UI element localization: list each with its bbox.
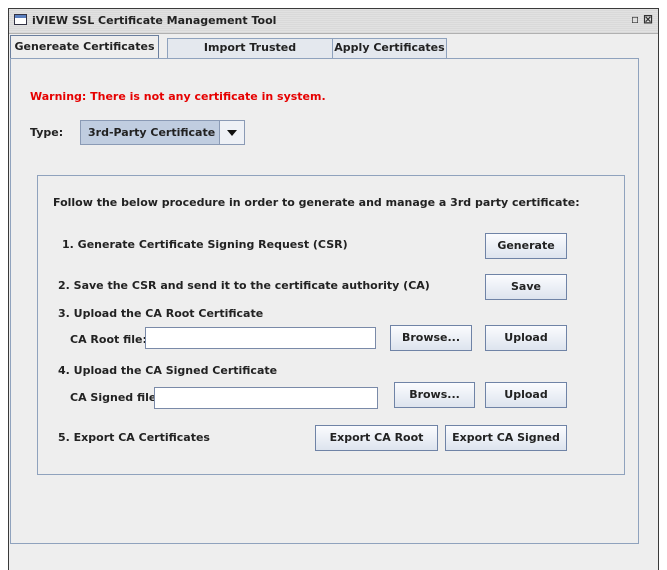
chevron-down-icon[interactable] xyxy=(219,121,244,144)
step3-label: 3. Upload the CA Root Certificate xyxy=(58,307,264,320)
window-title: iVIEW SSL Certificate Management Tool xyxy=(32,14,277,27)
step4-label: 4. Upload the CA Signed Certificate xyxy=(58,364,278,377)
export-ca-signed-button[interactable]: Export CA Signed xyxy=(445,425,567,451)
restore-icon[interactable]: ▫ xyxy=(631,12,639,26)
type-label: Type: xyxy=(30,126,64,139)
export-ca-root-button[interactable]: Export CA Root xyxy=(315,425,438,451)
upload-signed-button[interactable]: Upload xyxy=(485,382,567,408)
procedure-intro: Follow the below procedure in order to g… xyxy=(53,196,580,209)
step1-label: 1. Generate Certificate Signing Request … xyxy=(62,238,348,251)
tab-generate-certificates[interactable]: Genereate Certificates xyxy=(10,35,159,59)
save-button[interactable]: Save xyxy=(485,274,567,300)
browse-root-button[interactable]: Browse... xyxy=(390,325,472,351)
type-select[interactable]: 3rd-Party Certificate xyxy=(80,120,245,145)
step2-label: 2. Save the CSR and send it to the certi… xyxy=(58,279,430,292)
tab-import-trusted-certificates[interactable]: Import Trusted Certificates xyxy=(167,38,333,72)
title-bar[interactable]: iVIEW SSL Certificate Management Tool ▫ … xyxy=(9,9,658,34)
ca-root-file-label: CA Root file: xyxy=(70,333,147,346)
window-icon xyxy=(14,14,27,25)
ca-signed-file-label: CA Signed file: xyxy=(70,391,161,404)
ca-signed-file-input[interactable] xyxy=(154,387,378,409)
warning-message: Warning: There is not any certificate in… xyxy=(30,90,326,103)
browse-signed-button[interactable]: Brows... xyxy=(394,382,475,408)
upload-root-button[interactable]: Upload xyxy=(485,325,567,351)
ca-root-file-input[interactable] xyxy=(145,327,376,349)
tab-apply-certificates[interactable]: Apply Certificates xyxy=(332,38,447,58)
type-selected-value: 3rd-Party Certificate xyxy=(88,126,216,139)
step5-label: 5. Export CA Certificates xyxy=(58,431,210,444)
generate-button[interactable]: Generate xyxy=(485,233,567,259)
close-icon[interactable]: ⊠ xyxy=(643,12,653,26)
